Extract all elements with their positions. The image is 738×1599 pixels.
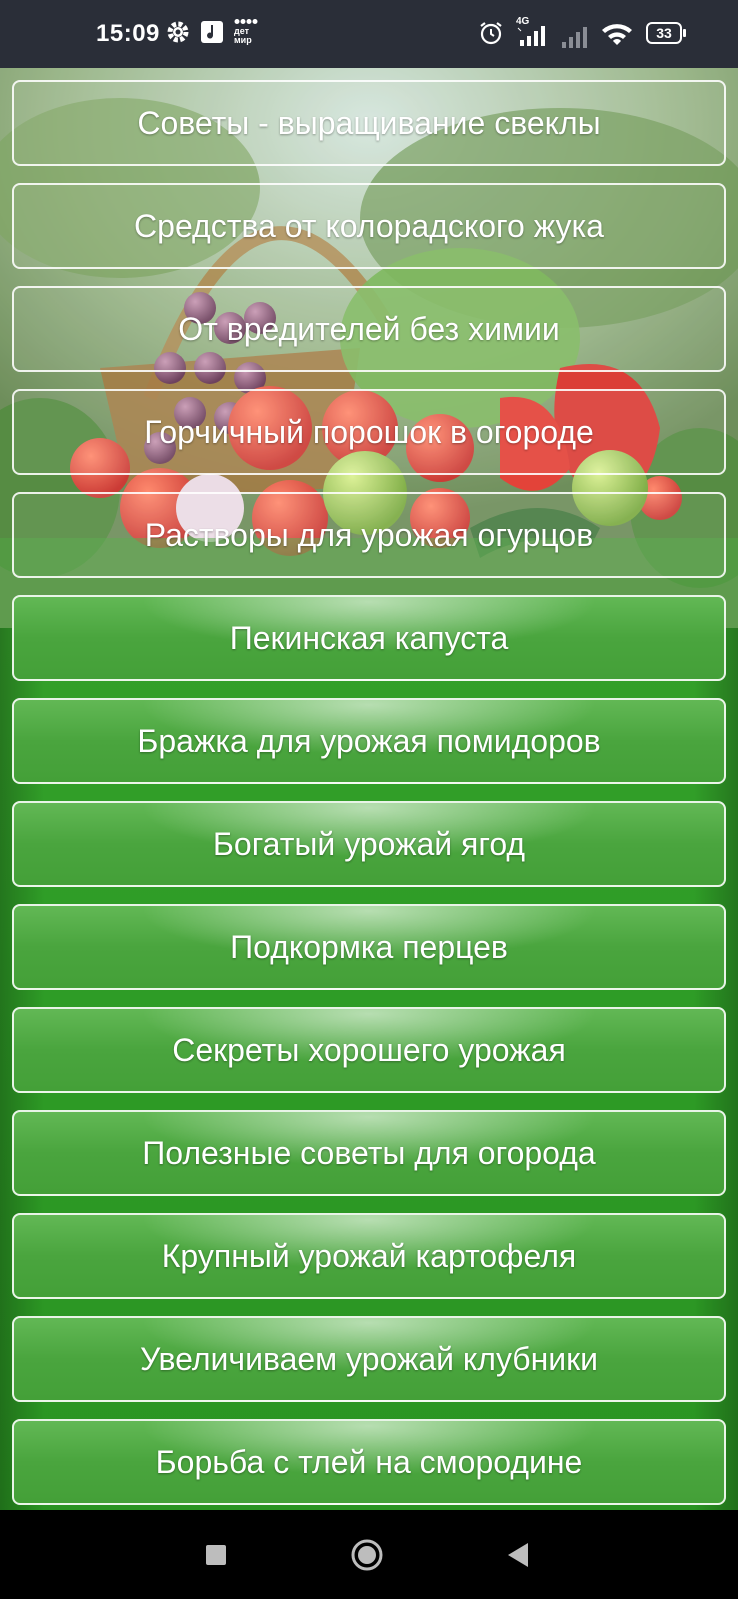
menu-button-potato-harvest[interactable]: Крупный урожай картофеля xyxy=(12,1213,726,1299)
menu-button-cucumber-solutions[interactable]: Растворы для урожая огурцов xyxy=(12,492,726,578)
music-note-icon xyxy=(200,20,224,49)
alarm-icon xyxy=(478,20,504,51)
detmir-label: дет мир xyxy=(234,26,252,45)
menu-button-garden-tips[interactable]: Полезные советы для огорода xyxy=(12,1110,726,1196)
gear-icon xyxy=(166,20,190,49)
wifi-icon xyxy=(600,22,634,51)
status-time: 15:09 xyxy=(96,20,160,47)
navigation-bar xyxy=(0,1510,738,1599)
back-triangle-icon[interactable] xyxy=(506,1542,530,1573)
menu-button-strawberry-harvest[interactable]: Увеличиваем урожай клубники xyxy=(12,1316,726,1402)
recents-square-icon[interactable] xyxy=(205,1544,227,1571)
menu-button-chinese-cabbage[interactable]: Пекинская капуста xyxy=(12,595,726,681)
main-content: Советы - выращивание свеклы Средства от … xyxy=(0,68,738,1510)
menu-button-berry-harvest[interactable]: Богатый урожай ягод xyxy=(12,801,726,887)
home-circle-icon[interactable] xyxy=(350,1538,384,1577)
menu-list: Советы - выращивание свеклы Средства от … xyxy=(12,80,726,1510)
menu-button-aphid-currant[interactable]: Борьба с тлей на смородине xyxy=(12,1419,726,1505)
signal-4g-icon: 4G xyxy=(516,16,550,55)
status-bar: 15:09 дет мир 4G 33 xyxy=(0,0,738,68)
network-type-label: 4G xyxy=(516,16,530,27)
menu-button-harvest-secrets[interactable]: Секреты хорошего урожая xyxy=(12,1007,726,1093)
menu-button-tomato-brew[interactable]: Бражка для урожая помидоров xyxy=(12,698,726,784)
battery-indicator: 33 xyxy=(646,22,686,44)
menu-button-mustard-powder[interactable]: Горчичный порошок в огороде xyxy=(12,389,726,475)
signal-icon xyxy=(560,18,590,55)
menu-button-pepper-feeding[interactable]: Подкормка перцев xyxy=(12,904,726,990)
menu-button-beet-tips[interactable]: Советы - выращивание свеклы xyxy=(12,80,726,166)
detmir-app-icon: дет мир xyxy=(234,18,264,45)
menu-button-colorado-beetle[interactable]: Средства от колорадского жука xyxy=(12,183,726,269)
menu-button-pests-no-chemicals[interactable]: От вредителей без химии xyxy=(12,286,726,372)
